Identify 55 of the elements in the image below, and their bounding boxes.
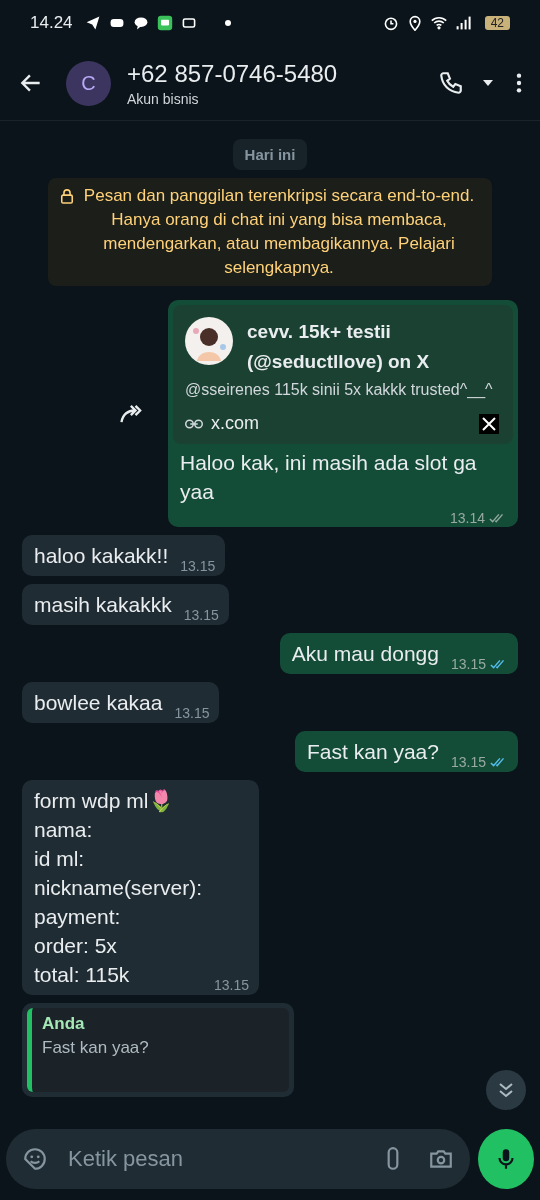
x-logo-icon: [479, 413, 499, 434]
message-bubble[interactable]: cevv. 15k+ testii (@seductllove) on X @sseirenes 115k sinii 5x kakkk trusted^__^ x.com Haloo kak, ini masih ada slot ga yaa 13.14: [168, 300, 518, 527]
message-text: Aku mau dongg: [291, 641, 439, 667]
message-text: bowlee kakaa: [34, 690, 163, 716]
notice-text: Pesan dan panggilan terenkripsi secara end-to-end. Hanya orang di chat ini yang bisa membaca, mendengarkan, atau membagikannya. Pelajari selengkapnya.: [82, 185, 476, 279]
message-text: haloo kakakk!!: [34, 543, 169, 569]
message-bubble[interactable]: haloo kakakk!! 13.15: [22, 535, 226, 576]
battery-indicator: 42: [484, 16, 510, 30]
message-time: 13.15: [214, 977, 250, 993]
message-time: 13.15: [450, 754, 486, 770]
dropdown-caret-icon[interactable]: [482, 79, 494, 87]
microphone-button[interactable]: [478, 1129, 534, 1189]
message-app-icon: [156, 15, 173, 31]
scroll-down-button[interactable]: [486, 1070, 526, 1110]
message-text: Haloo kak, ini masih ada slot ga yaa: [180, 450, 478, 505]
message-bubble[interactable]: masih kakakkk 13.15: [22, 584, 229, 625]
preview-title: cevv. 15k+ testii (@seductllove) on X: [247, 320, 431, 374]
location-icon: [406, 15, 423, 31]
phone-icon[interactable]: [438, 70, 464, 96]
message-text: Fast kan yaa?: [307, 739, 439, 765]
chat-bubble-icon: [132, 15, 149, 31]
encryption-notice[interactable]: Pesan dan panggilan terenkripsi secara end-to-end. Hanya orang di chat ini yang bisa membaca, mendengarkan, atau membagikannya. Pelajari selengkapnya.: [48, 178, 492, 286]
link-preview[interactable]: cevv. 15k+ testii (@seductllove) on X @sseirenes 115k sinii 5x kakkk trusted^__^ x.com: [173, 305, 513, 444]
signal-icon: [454, 15, 471, 31]
preview-description: @sseirenes 115k sinii 5x kakkk trusted^__^: [185, 380, 494, 401]
preview-domain: x.com: [211, 413, 259, 434]
message-text: masih kakakkk: [34, 592, 172, 618]
quote-text: Fast kan yaa?: [42, 1038, 150, 1058]
message-composer[interactable]: Ketik pesan: [6, 1129, 470, 1189]
contact-subtitle: Akun bisnis: [127, 90, 200, 107]
quote-author: Anda: [42, 1014, 86, 1034]
lock-icon: [60, 188, 74, 204]
send-icon: [84, 15, 101, 31]
alarm-icon: [382, 15, 399, 31]
more-options-icon[interactable]: [516, 72, 522, 94]
date-chip: Hari ini: [232, 139, 308, 170]
sticker-icon[interactable]: [22, 1146, 48, 1172]
dot-icon: [224, 20, 231, 26]
message-bubble[interactable]: Aku mau dongg 13.15: [279, 633, 518, 674]
message-time: 13.15: [183, 607, 219, 623]
status-time: 14.24: [30, 13, 73, 33]
message-bubble[interactable]: bowlee kakaa 13.15: [22, 682, 220, 723]
message-text: form wdp ml🌷 nama: id ml: nickname(server): payment: order: 5x total: 115k: [34, 788, 203, 988]
contact-avatar[interactable]: C: [66, 60, 111, 106]
wifi-icon: [430, 15, 447, 31]
message-time: 13.14: [449, 510, 485, 526]
message-bubble[interactable]: Fast kan yaa? 13.15: [295, 731, 518, 772]
message-time: 13.15: [174, 705, 210, 721]
message-bubble[interactable]: form wdp ml🌷 nama: id ml: nickname(server): payment: order: 5x total: 115k 13.15: [22, 780, 260, 995]
message-input-field[interactable]: Ketik pesan: [66, 1145, 358, 1173]
card-icon: [180, 15, 197, 31]
contact-name[interactable]: +62 857-0746-5480: [127, 59, 438, 88]
link-icon: [185, 418, 203, 429]
message-time: 13.15: [450, 656, 486, 672]
message-time: 13.15: [180, 558, 216, 574]
